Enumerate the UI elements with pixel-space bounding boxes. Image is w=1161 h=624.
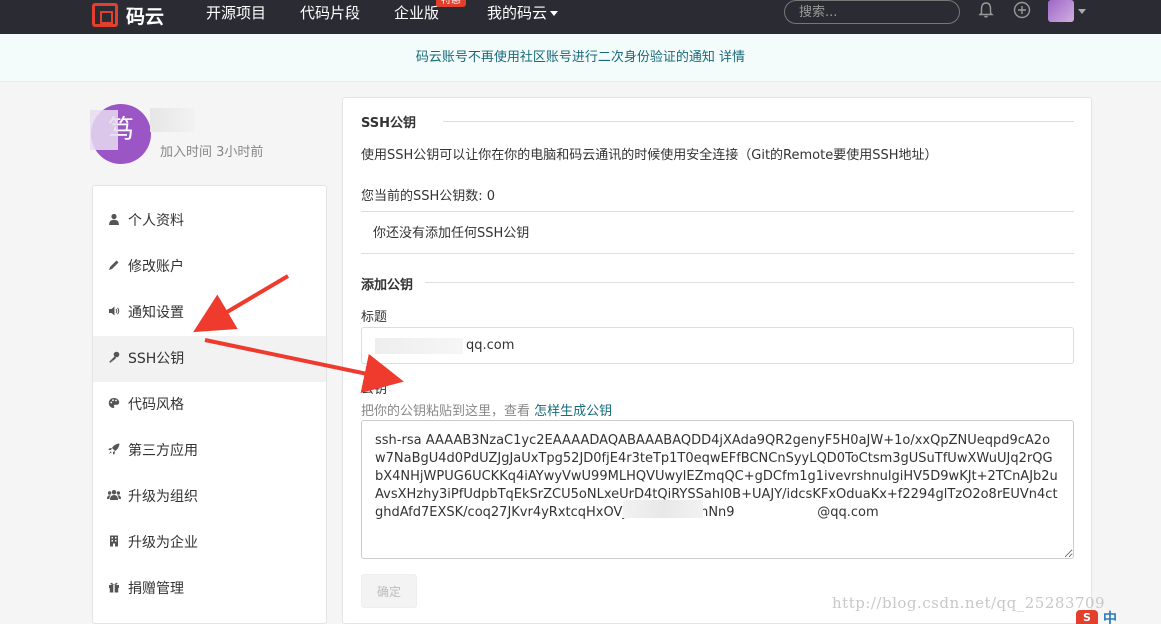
gitee-logo[interactable]: 码云	[92, 2, 164, 28]
sidebar-item-donations[interactable]: 捐赠管理	[93, 566, 326, 612]
search-input[interactable]	[784, 0, 960, 24]
user-avatar[interactable]	[1048, 0, 1074, 22]
plus-circle-icon[interactable]	[1012, 1, 1032, 21]
promo-badge: 特惠	[436, 0, 466, 7]
top-navbar: 码云 开源项目 代码片段 企业版 特惠 我的码云	[0, 0, 1161, 34]
username-redaction	[150, 108, 195, 132]
key-title-input[interactable]	[361, 327, 1074, 364]
bell-icon[interactable]	[976, 1, 996, 21]
avatar-redaction	[90, 110, 118, 150]
nav-my-gitee-label: 我的码云	[487, 4, 548, 22]
group-icon	[107, 474, 121, 520]
how-to-generate-key-link[interactable]: 怎样生成公钥	[534, 404, 612, 419]
add-key-section-title: 添加公钥	[361, 278, 414, 293]
divider	[443, 121, 1074, 122]
sidebar-item-ssh-keys[interactable]: SSH公钥	[93, 336, 326, 382]
key-hint: 把你的公钥粘贴到这里，查看 怎样生成公钥	[361, 400, 612, 419]
sidebar-item-third-party-apps[interactable]: 第三方应用	[93, 428, 326, 474]
nav-enterprise[interactable]: 企业版	[394, 2, 439, 23]
sidebar-item-upgrade-org[interactable]: 升级为组织	[93, 474, 326, 520]
public-key-textarea[interactable]: ssh-rsa AAAAB3NzaC1yc2EAAAADAQABAAABAQDD…	[361, 420, 1074, 559]
nav-code-snippets[interactable]: 代码片段	[300, 2, 360, 23]
sidebar-item-label: 通知设置	[128, 305, 184, 321]
divider	[361, 211, 1074, 212]
notice-bar[interactable]: 码云账号不再使用社区账号进行二次身份验证的通知 详情	[0, 34, 1161, 82]
building-icon	[107, 520, 121, 566]
sidebar-item-label: 修改账户	[128, 259, 184, 275]
key-redaction	[623, 500, 703, 518]
logo-text: 码云	[126, 5, 165, 28]
settings-sidebar: 个人资料 修改账户 通知设置 SSH公钥 代码风格 第三方应用 升级为组织 升级…	[92, 185, 327, 624]
sidebar-item-profile[interactable]: 个人资料	[93, 198, 326, 244]
sidebar-item-label: 个人资料	[128, 213, 184, 229]
ssh-keys-panel: SSH公钥 使用SSH公钥可以让你在你的电脑和码云通讯的时候使用安全连接（Git…	[342, 97, 1092, 624]
divider	[425, 282, 1074, 283]
submit-button[interactable]: 确定	[361, 574, 417, 608]
key-hint-text: 把你的公钥粘贴到这里，查看	[361, 404, 531, 419]
speaker-icon	[107, 290, 121, 336]
sidebar-item-account[interactable]: 修改账户	[93, 244, 326, 290]
ssh-section-title: SSH公钥	[361, 116, 417, 131]
ssh-empty-message: 你还没有添加任何SSH公钥	[373, 226, 530, 241]
sidebar-item-code-style[interactable]: 代码风格	[93, 382, 326, 428]
divider	[361, 253, 1074, 254]
key-icon	[107, 336, 121, 382]
gift-icon	[107, 566, 121, 612]
ssh-description: 使用SSH公钥可以让你在你的电脑和码云通讯的时候使用安全连接（Git的Remot…	[361, 148, 938, 163]
sidebar-item-upgrade-enterprise[interactable]: 升级为企业	[93, 520, 326, 566]
input-method-icon: S	[1076, 610, 1098, 624]
nav-my-gitee[interactable]: 我的码云	[487, 2, 559, 23]
key-field-label: 公钥	[361, 382, 388, 397]
sidebar-item-label: 第三方应用	[128, 443, 198, 459]
input-method-label: 中	[1103, 611, 1117, 624]
sidebar-item-label: 代码风格	[128, 397, 184, 413]
ssh-key-count: 您当前的SSH公钥数: 0	[361, 189, 496, 204]
chevron-down-icon[interactable]	[1078, 9, 1086, 14]
sidebar-item-label: SSH公钥	[128, 351, 185, 367]
join-time: 加入时间 3小时前	[160, 145, 264, 160]
rocket-icon	[107, 428, 121, 474]
user-icon	[107, 198, 121, 244]
watermark: http://blog.csdn.net/qq_25283709	[832, 594, 1106, 612]
sidebar-item-notifications[interactable]: 通知设置	[93, 290, 326, 336]
logo-mark-icon	[92, 3, 118, 27]
sidebar-item-label: 升级为组织	[128, 489, 198, 505]
chevron-down-icon	[550, 11, 559, 16]
nav-open-source[interactable]: 开源项目	[206, 2, 266, 23]
sidebar-item-label: 捐赠管理	[128, 581, 184, 597]
pencil-icon	[107, 244, 121, 290]
palette-icon	[107, 382, 121, 428]
sidebar-item-label: 升级为企业	[128, 535, 198, 551]
title-redaction	[375, 338, 463, 354]
title-field-label: 标题	[361, 310, 388, 325]
